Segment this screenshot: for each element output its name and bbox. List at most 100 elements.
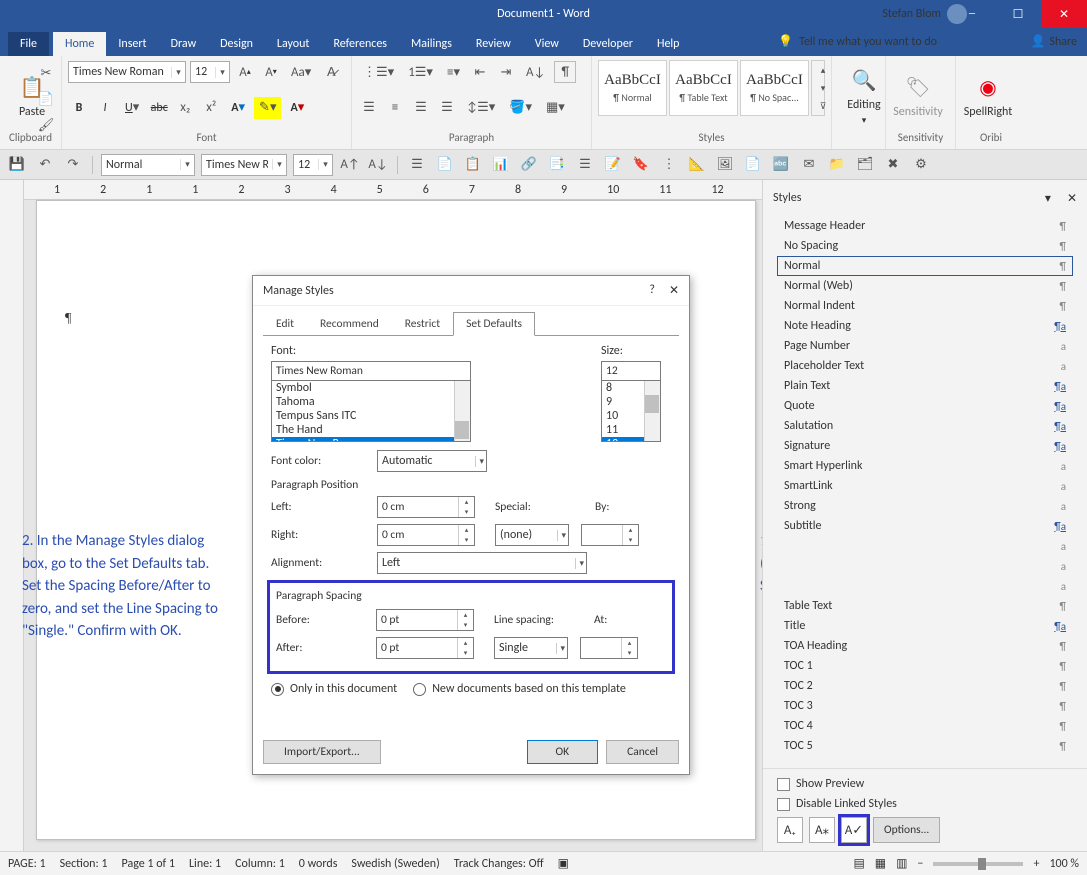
zoom-out-button[interactable]: − — [917, 857, 923, 871]
tab-help[interactable]: Help — [645, 32, 692, 56]
status-track-changes[interactable]: Track Changes: Off — [454, 857, 544, 871]
qat-icon[interactable]: 📁 — [826, 154, 848, 176]
font-listbox[interactable]: Symbol Tahoma Tempus Sans ITC The Hand T… — [271, 380, 471, 442]
superscript-button[interactable]: x² — [200, 97, 222, 119]
dialog-help-button[interactable]: ? — [649, 283, 655, 298]
line-spacing-button[interactable]: ↕☰▾ — [462, 97, 500, 119]
qat-icon[interactable]: 📝 — [602, 154, 624, 176]
tab-file[interactable]: File — [8, 32, 49, 56]
web-layout-icon[interactable]: ▥ — [896, 856, 907, 871]
tell-me-search[interactable]: 💡 Tell me what you want to do — [778, 34, 937, 49]
style-list-item[interactable]: a — [777, 536, 1073, 556]
style-list-item[interactable]: TOC 5¶ — [777, 736, 1073, 756]
minimize-button[interactable]: ─ — [949, 0, 995, 28]
justify-button[interactable]: ☰ — [436, 97, 458, 119]
status-page[interactable]: PAGE: 1 — [8, 857, 46, 871]
tab-view[interactable]: View — [523, 32, 571, 56]
qat-icon[interactable]: ✉ — [798, 154, 820, 176]
align-center-button[interactable]: ≡ — [384, 97, 406, 119]
show-preview-checkbox[interactable] — [777, 778, 790, 791]
subscript-button[interactable]: x₂ — [174, 97, 196, 119]
qat-icon[interactable]: ☰ — [406, 154, 428, 176]
pane-options-icon[interactable]: ▾ — [1045, 191, 1051, 206]
style-list-item[interactable]: Page Numbera — [777, 336, 1073, 356]
style-list-item[interactable]: a — [777, 556, 1073, 576]
read-mode-icon[interactable]: ▤ — [853, 856, 864, 871]
tab-mailings[interactable]: Mailings — [399, 32, 464, 56]
styles-more-button[interactable]: ⊽ — [812, 97, 834, 115]
tab-insert[interactable]: Insert — [106, 32, 158, 56]
qat-icon[interactable]: 📑 — [546, 154, 568, 176]
status-line[interactable]: Line: 1 — [189, 857, 221, 871]
borders-button[interactable]: ▦▾ — [541, 97, 570, 119]
decrease-indent-button[interactable]: ⇤ — [469, 61, 491, 83]
qat-icon[interactable]: 🔖 — [630, 154, 652, 176]
redo-button[interactable]: ↷ — [62, 154, 84, 176]
style-list-item[interactable]: Plain Text¶a — [777, 376, 1073, 396]
qat-icon[interactable]: 📋 — [462, 154, 484, 176]
align-right-button[interactable]: ☰ — [410, 97, 432, 119]
style-list-item[interactable]: Note Heading¶a — [777, 316, 1073, 336]
bold-button[interactable]: B — [68, 97, 90, 119]
style-list-item[interactable]: Salutation¶a — [777, 416, 1073, 436]
tab-home[interactable]: Home — [53, 32, 106, 56]
underline-button[interactable]: U▾ — [120, 97, 144, 119]
qat-icon[interactable]: 📄 — [434, 154, 456, 176]
bullets-button[interactable]: ⋮☰▾ — [358, 61, 399, 83]
qat-icon[interactable]: ☰ — [574, 154, 596, 176]
style-table-text[interactable]: AaBbCcI¶ Table Text — [669, 60, 738, 116]
size-combo-qat[interactable]: ▾ — [293, 154, 333, 176]
cut-button[interactable]: ✂ — [35, 62, 57, 84]
tab-draw[interactable]: Draw — [159, 32, 209, 56]
style-list-item[interactable]: No Spacing¶ — [777, 236, 1073, 256]
qat-icon[interactable]: 🗂 — [854, 154, 876, 176]
font-color-select[interactable]: Automatic▾ — [377, 450, 487, 472]
special-select[interactable]: (none)▾ — [495, 524, 569, 546]
dialog-tab-recommend[interactable]: Recommend — [307, 312, 392, 336]
qat-icon[interactable]: 📐 — [686, 154, 708, 176]
qat-icon[interactable]: ✖ — [882, 154, 904, 176]
editing-button[interactable]: 🔍 Editing▾ — [838, 60, 890, 131]
by-spinner[interactable]: ▴▾ — [581, 524, 639, 546]
tab-developer[interactable]: Developer — [571, 32, 645, 56]
before-spinner[interactable]: ▴▾ — [376, 609, 474, 631]
style-list-item[interactable]: TOC 2¶ — [777, 676, 1073, 696]
spellright-button[interactable]: ◉ SpellRight — [962, 60, 1014, 131]
grow-font-button[interactable]: A▴ — [234, 61, 256, 83]
undo-button[interactable]: ↶ — [34, 154, 56, 176]
scrollbar[interactable] — [454, 381, 470, 441]
style-list-item[interactable]: Table Text¶ — [777, 596, 1073, 616]
shading-button[interactable]: 🪣▾ — [504, 97, 537, 119]
sort-button[interactable]: A↓ — [521, 61, 550, 83]
sensitivity-button[interactable]: 🏷 Sensitivity — [892, 60, 944, 131]
after-spinner[interactable]: ▴▾ — [376, 637, 474, 659]
italic-button[interactable]: I — [94, 97, 116, 119]
style-list-item[interactable]: Subtitle¶a — [777, 516, 1073, 536]
qat-icon[interactable]: ⋮ — [658, 154, 680, 176]
status-language[interactable]: Swedish (Sweden) — [351, 857, 439, 871]
style-list-item[interactable]: Normal (Web)¶ — [777, 276, 1073, 296]
shrink-font-button[interactable]: A▾ — [260, 61, 282, 83]
status-words[interactable]: 0 words — [299, 857, 338, 871]
show-marks-button[interactable]: ¶ — [554, 61, 576, 83]
style-list-item[interactable]: Message Header¶ — [777, 216, 1073, 236]
import-export-button[interactable]: Import/Export... — [263, 740, 381, 764]
style-list-item[interactable]: Placeholder Texta — [777, 356, 1073, 376]
style-no-spacing[interactable]: AaBbCcI¶ No Spac... — [740, 60, 809, 116]
dialog-tab-edit[interactable]: Edit — [263, 312, 307, 336]
line-spacing-select[interactable]: Single▾ — [494, 637, 568, 659]
qat-icon[interactable]: ⚙ — [910, 154, 932, 176]
status-pageof[interactable]: Page 1 of 1 — [122, 857, 176, 871]
style-list-item[interactable]: Normal¶ — [777, 256, 1073, 276]
share-button[interactable]: 👤 Share — [1030, 34, 1077, 49]
left-spinner[interactable]: ▴▾ — [377, 496, 475, 518]
format-painter-button[interactable]: 🖌 — [35, 114, 57, 136]
style-list-item[interactable]: Quote¶a — [777, 396, 1073, 416]
tab-review[interactable]: Review — [464, 32, 523, 56]
text-effects-button[interactable]: A▾ — [226, 97, 250, 119]
font-size-combo[interactable]: ▾ — [190, 61, 230, 83]
alignment-select[interactable]: Left▾ — [377, 552, 587, 574]
grow-font-qat[interactable]: A↑ — [339, 154, 361, 176]
qat-icon[interactable]: 🔤 — [770, 154, 792, 176]
style-combo[interactable]: ▾ — [101, 154, 195, 176]
